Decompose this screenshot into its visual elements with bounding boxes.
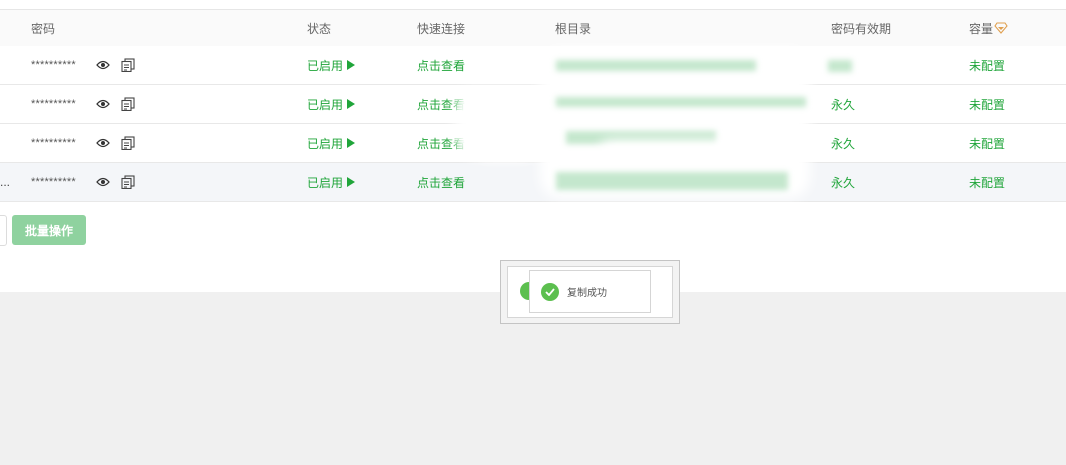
quick-connect-link[interactable]: 点击查看 — [417, 46, 465, 84]
header-quick-connect: 快速连接 — [417, 21, 466, 36]
eye-icon[interactable] — [96, 46, 110, 84]
play-icon — [347, 99, 356, 109]
status-label: 已启用 — [307, 97, 344, 112]
password-masked: ********** — [31, 98, 76, 110]
copy-icon[interactable] — [121, 124, 135, 162]
quick-connect-link[interactable]: 点击查看 — [417, 163, 465, 201]
header-root-dir: 根目录 — [555, 21, 592, 36]
batch-operation-button[interactable]: 批量操作 — [12, 215, 86, 245]
capacity-link[interactable]: 未配置 — [969, 124, 1005, 162]
play-icon — [347, 138, 356, 148]
toast-text: 复制成功 — [567, 288, 607, 299]
table-header: 密码 状态 快速连接 根目录 密码有效期 容量 — [0, 9, 1066, 47]
status-toggle[interactable]: 已启用 — [307, 85, 356, 123]
header-status: 状态 — [307, 21, 332, 36]
status-label: 已启用 — [307, 136, 344, 151]
capacity-link[interactable]: 未配置 — [969, 85, 1005, 123]
expiry-value[interactable]: 永久 — [831, 124, 855, 162]
header-capacity-label: 容量 — [969, 21, 994, 36]
copy-icon[interactable] — [121, 46, 135, 84]
status-label: 已启用 — [307, 175, 344, 190]
header-password: 密码 — [31, 21, 56, 36]
vip-diamond-icon — [994, 22, 1008, 34]
eye-icon[interactable] — [96, 163, 110, 201]
copy-icon[interactable] — [121, 163, 135, 201]
capacity-link[interactable]: 未配置 — [969, 163, 1005, 201]
status-toggle[interactable]: 已启用 — [307, 124, 356, 162]
status-toggle[interactable]: 已启用 — [307, 163, 356, 201]
eye-icon[interactable] — [96, 85, 110, 123]
play-icon — [347, 60, 356, 70]
ftp-panel: 密码 状态 快速连接 根目录 密码有效期 容量 ********** 已启用 点… — [0, 0, 1066, 292]
table-row: ********** 已启用 点击查看 未配置 — [0, 46, 1066, 85]
header-expiry: 密码有效期 — [831, 21, 892, 36]
status-label: 已启用 — [307, 58, 344, 73]
check-circle-icon — [541, 283, 559, 301]
table-row: ... ********** 已启用 点击查看 永久 未配置 — [0, 163, 1066, 202]
status-toggle[interactable]: 已启用 — [307, 46, 356, 84]
partial-button[interactable] — [0, 215, 7, 246]
capacity-link[interactable]: 未配置 — [969, 46, 1005, 84]
password-masked: ********** — [31, 59, 76, 71]
play-icon — [347, 177, 356, 187]
expiry-value[interactable]: 永久 — [831, 163, 855, 201]
toast-message: 复制成功 — [529, 270, 651, 313]
expiry-value[interactable]: 永久 — [831, 85, 855, 123]
password-masked: ********** — [31, 137, 76, 149]
header-capacity[interactable]: 容量 — [969, 10, 1008, 46]
eye-icon[interactable] — [96, 124, 110, 162]
truncated-cell: ... — [0, 175, 11, 189]
password-masked: ********** — [31, 176, 76, 188]
copy-icon[interactable] — [121, 85, 135, 123]
